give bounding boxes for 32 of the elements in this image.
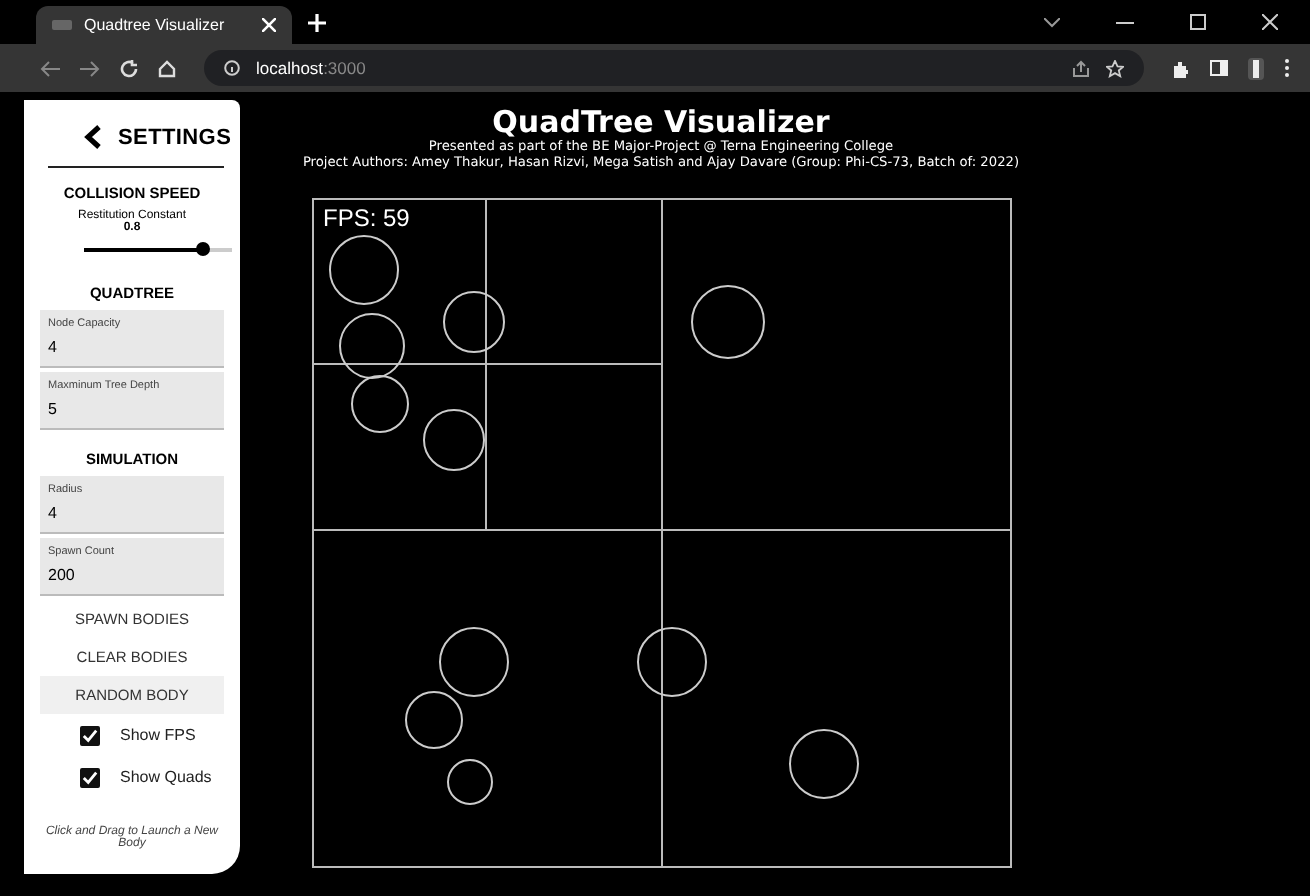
checkbox-label[interactable]: Show Quads	[120, 768, 212, 786]
reload-icon[interactable]	[120, 59, 138, 77]
back-arrow-icon[interactable]	[40, 59, 60, 77]
panel-title: SETTINGS	[118, 125, 232, 149]
minimize-icon[interactable]	[1116, 21, 1134, 23]
checkbox[interactable]	[80, 767, 100, 787]
close-tab-icon[interactable]	[262, 18, 276, 32]
maximize-icon[interactable]	[1190, 14, 1206, 30]
tab-title: Quadtree Visualizer	[84, 16, 227, 34]
share-icon[interactable]	[1072, 59, 1090, 77]
sidebar-icon[interactable]	[1210, 60, 1228, 76]
address-bar[interactable]: localhost:3000	[204, 50, 1144, 86]
close-icon[interactable]	[1262, 14, 1278, 30]
new-tab-icon[interactable]	[308, 13, 326, 31]
more-icon[interactable]	[1284, 58, 1290, 78]
info-icon[interactable]	[224, 60, 240, 76]
slider-thumb[interactable]	[196, 242, 211, 256]
url-text: localhost:3000	[256, 58, 366, 78]
star-icon[interactable]	[1106, 59, 1124, 77]
home-icon[interactable]	[158, 59, 176, 77]
favicon-icon	[52, 20, 72, 30]
simulation-canvas[interactable]: FPS: 59	[311, 198, 1011, 868]
fps-counter: FPS: 59	[323, 204, 410, 232]
page-title: QuadTree Visualizer	[492, 106, 830, 138]
checkbox[interactable]	[80, 725, 100, 745]
browser-tab[interactable]: Quadtree Visualizer	[36, 6, 292, 44]
puzzle-icon[interactable]	[1172, 59, 1190, 77]
chevron-down-icon[interactable]	[1044, 17, 1060, 27]
forward-arrow-icon[interactable]	[80, 59, 100, 77]
checkbox-label[interactable]: Show FPS	[120, 726, 196, 744]
profile-icon[interactable]	[1248, 57, 1264, 79]
back-chevron-icon[interactable]	[84, 124, 102, 150]
